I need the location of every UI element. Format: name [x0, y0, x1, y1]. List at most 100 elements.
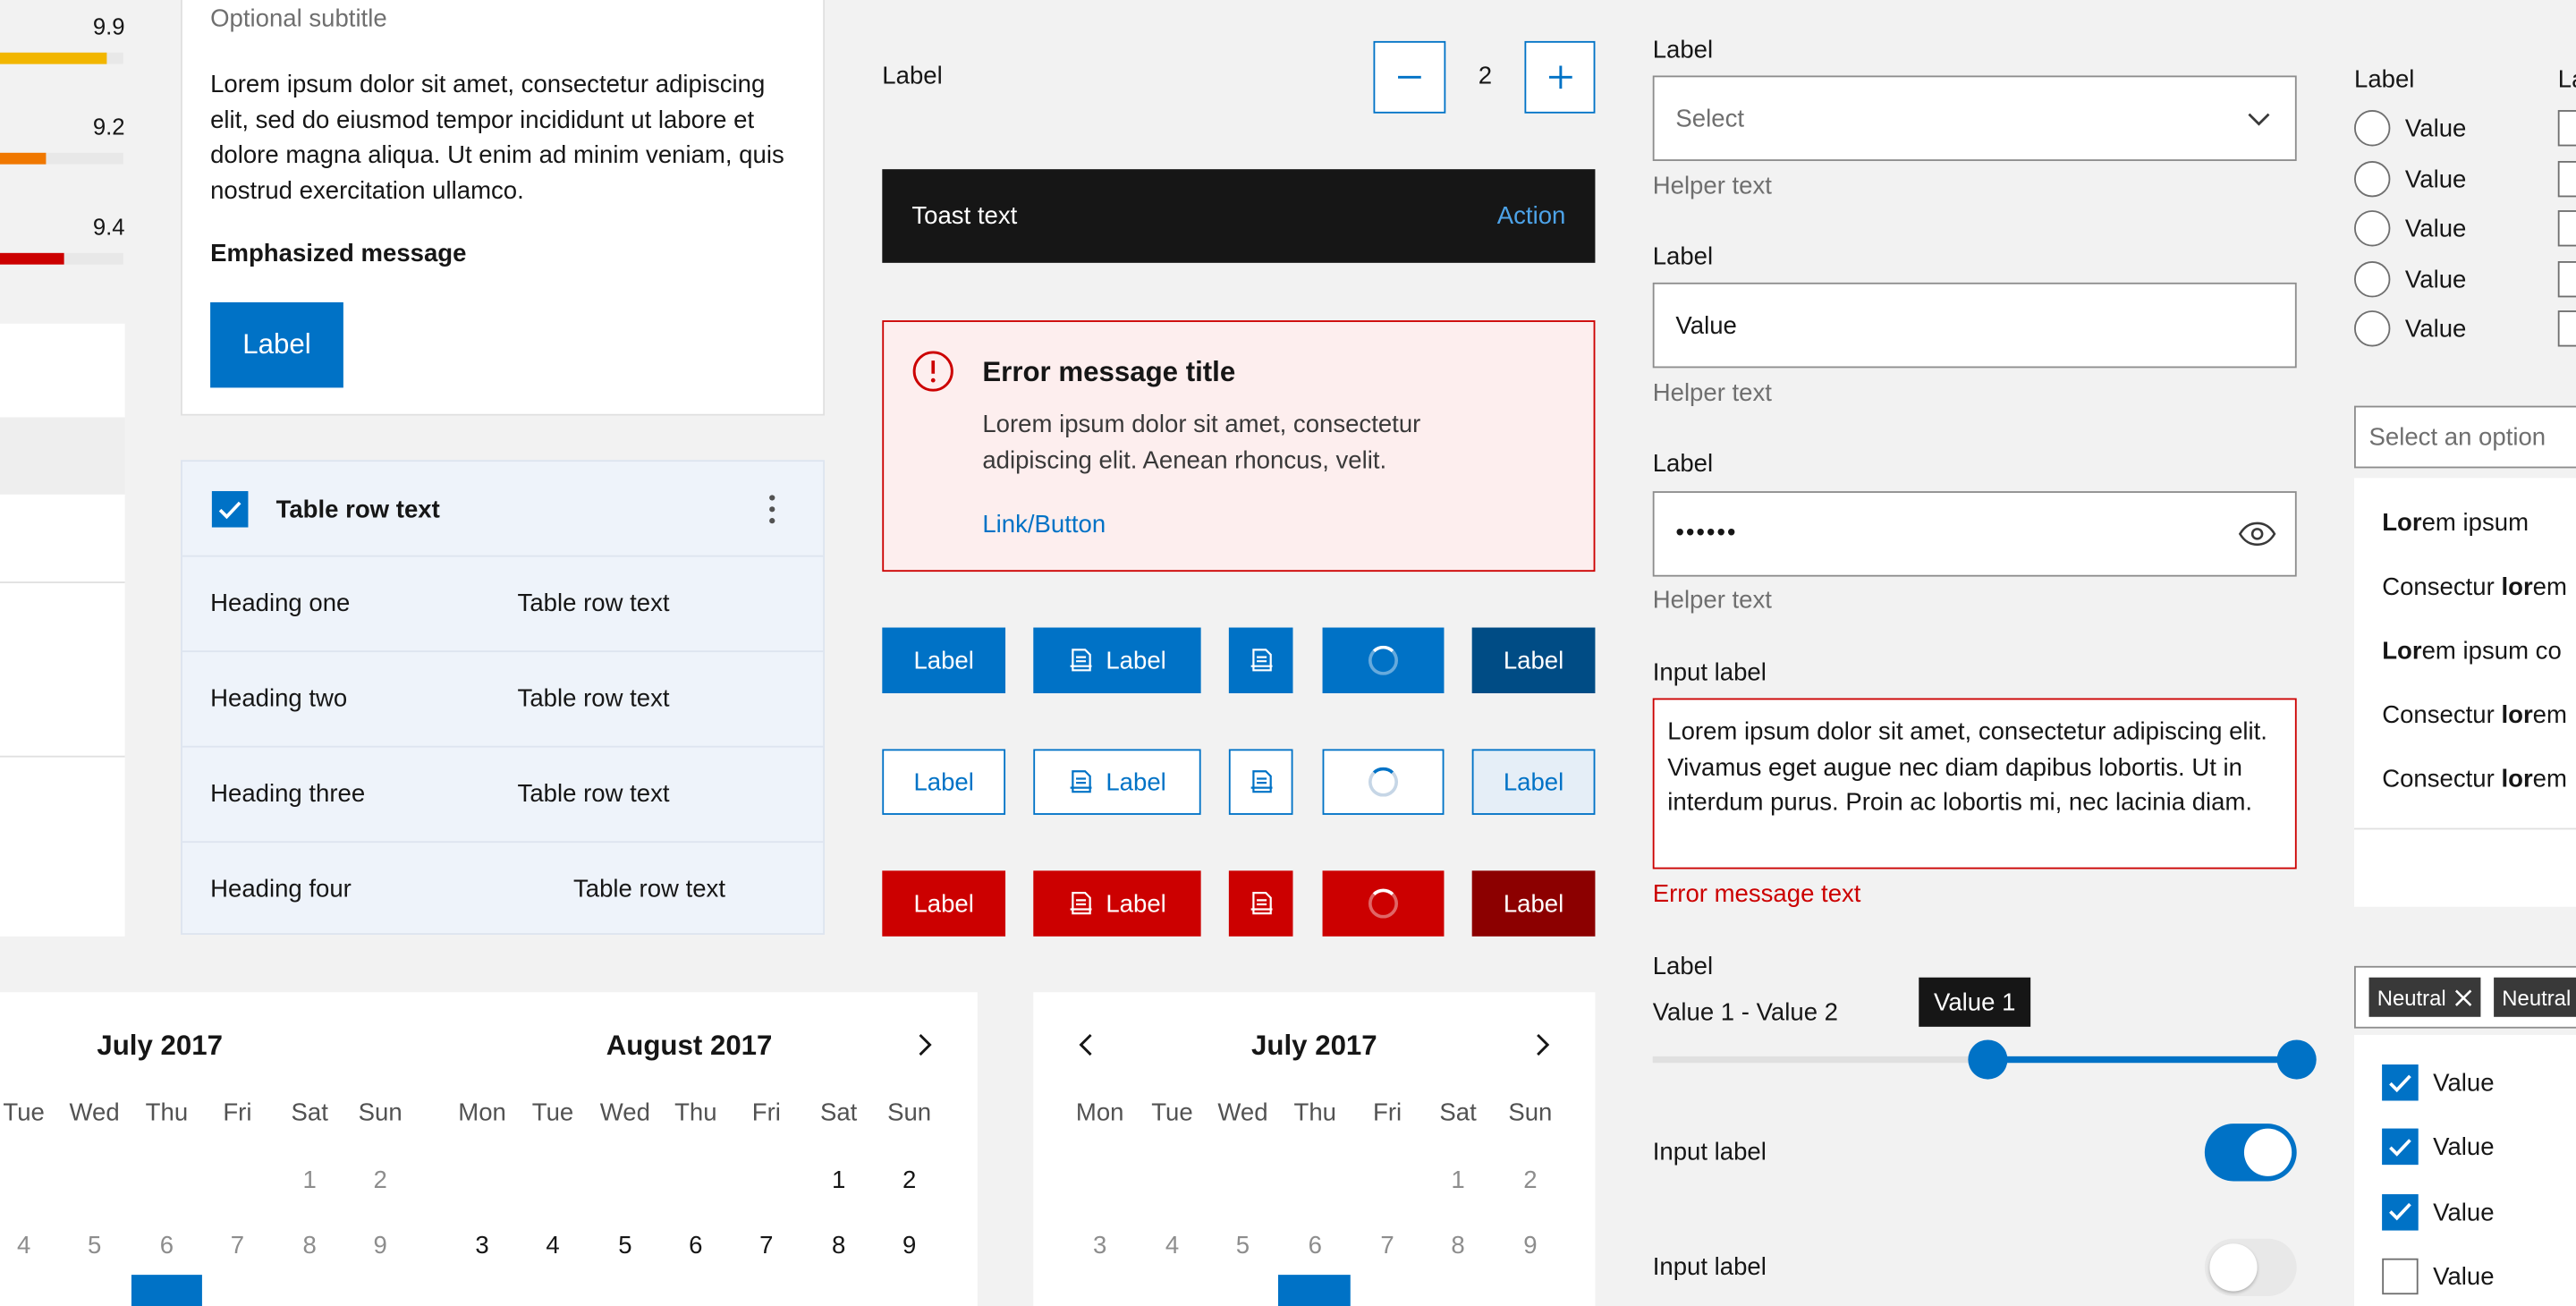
danger-icon-button[interactable]: Label — [1033, 870, 1201, 937]
combobox-input[interactable]: Select an option — [2353, 405, 2576, 469]
combobox-listbox: Lorem ipsum Consectur lorem Lorem ipsum co… — [2353, 478, 2576, 907]
danger-icon-only-button[interactable] — [1228, 870, 1293, 937]
chevron-right-icon[interactable] — [915, 1031, 935, 1057]
secondary-button[interactable]: Label — [882, 749, 1006, 815]
calendar-day[interactable]: 8 — [803, 1232, 874, 1259]
error-notification: Error message title Lorem ipsum dolor si… — [882, 320, 1596, 572]
toast-action[interactable]: Action — [1497, 202, 1566, 230]
combobox-option[interactable]: Consectur lorem — [2382, 766, 2567, 793]
tag-input[interactable]: Neutral Neutral — [2353, 965, 2576, 1029]
calendar-day[interactable]: 2 — [345, 1166, 416, 1194]
overflow-menu-icon[interactable] — [766, 491, 779, 527]
error-link[interactable]: Link/Button — [982, 511, 1106, 539]
radio-button[interactable] — [2353, 160, 2391, 197]
row-heading: Heading three — [210, 780, 366, 809]
table-row[interactable]: Heading three Table row text — [182, 745, 824, 842]
combobox-option[interactable]: Consectur lorem — [2382, 573, 2567, 601]
toggle-off[interactable] — [2204, 1238, 2297, 1296]
row-checkbox[interactable] — [211, 491, 249, 528]
selected-day[interactable] — [131, 1275, 202, 1306]
radio-button[interactable] — [2353, 310, 2391, 348]
tag[interactable]: Neutral — [2494, 977, 2576, 1017]
stepper-increment-button[interactable] — [1524, 40, 1596, 114]
checkbox[interactable] — [2557, 110, 2576, 147]
checkbox[interactable] — [2382, 1193, 2419, 1230]
stepper-decrement-button[interactable] — [1373, 40, 1446, 114]
calendar-day[interactable]: 4 — [0, 1232, 59, 1259]
list-item-selected[interactable] — [0, 417, 125, 495]
radio-button[interactable] — [2353, 260, 2391, 298]
table-header-text: Table row text — [275, 496, 440, 524]
calendar-day[interactable]: 7 — [202, 1232, 273, 1259]
textarea[interactable]: Lorem ipsum dolor sit amet, consectetur … — [1652, 698, 2297, 869]
select-dropdown[interactable]: Select — [1652, 75, 2297, 161]
primary-icon-button[interactable]: Label — [1033, 627, 1201, 694]
danger-pressed-button[interactable]: Label — [1471, 870, 1596, 937]
calendar-day[interactable]: 8 — [1423, 1232, 1494, 1259]
eye-icon[interactable] — [2238, 521, 2277, 547]
checkbox[interactable] — [2557, 310, 2576, 348]
card-subtitle: Optional subtitle — [210, 4, 387, 33]
calendar-day[interactable]: 4 — [1137, 1232, 1208, 1259]
calendar-day[interactable]: 1 — [275, 1166, 345, 1194]
close-icon[interactable] — [2454, 988, 2472, 1006]
calendar-day[interactable]: 5 — [1208, 1232, 1278, 1259]
calendar-month-title: July 2017 — [1251, 1030, 1377, 1062]
primary-loading-button[interactable] — [1322, 627, 1445, 694]
secondary-icon-only-button[interactable] — [1228, 749, 1293, 815]
table-row[interactable]: Heading one Table row text — [182, 555, 824, 651]
calendar-day[interactable]: 5 — [59, 1232, 130, 1259]
secondary-pressed-button[interactable]: Label — [1471, 749, 1596, 815]
toggle-on[interactable] — [2204, 1124, 2297, 1182]
table-row[interactable]: Heading two Table row text — [182, 650, 824, 746]
checkbox[interactable] — [2382, 1064, 2419, 1101]
calendar-day[interactable]: 7 — [1352, 1232, 1423, 1259]
calendar-day[interactable]: 9 — [1495, 1232, 1565, 1259]
toggle-knob — [2243, 1128, 2292, 1176]
radio-button[interactable] — [2353, 110, 2391, 147]
radio-button[interactable] — [2353, 210, 2391, 247]
selected-day[interactable] — [1277, 1275, 1351, 1306]
calendar-day[interactable]: 1 — [803, 1166, 874, 1194]
checkbox[interactable] — [2557, 260, 2576, 298]
calendar-day[interactable]: 2 — [1495, 1166, 1565, 1194]
calendar-day[interactable]: 5 — [589, 1232, 660, 1259]
calendar-day[interactable]: 6 — [131, 1232, 202, 1259]
calendar-day[interactable]: 8 — [275, 1232, 345, 1259]
calendar-day[interactable]: 9 — [345, 1232, 416, 1259]
primary-pressed-button[interactable]: Label — [1471, 627, 1596, 694]
calendar-day[interactable]: 6 — [1280, 1232, 1351, 1259]
data-table: Table row text Heading one Table row text… — [181, 460, 826, 937]
combobox-option[interactable]: Lorem ipsum co — [2382, 638, 2562, 666]
slider-handle-low[interactable] — [1968, 1039, 2008, 1080]
tag[interactable]: Neutral — [2368, 977, 2481, 1017]
combobox-option[interactable]: Consectur lorem — [2382, 701, 2567, 729]
combobox-option[interactable]: Lorem ipsum — [2382, 509, 2529, 537]
calendar-day[interactable]: 1 — [1423, 1166, 1494, 1194]
card-primary-button[interactable]: Label — [210, 301, 343, 388]
checkbox[interactable] — [2557, 160, 2576, 197]
secondary-icon-button[interactable]: Label — [1033, 749, 1201, 815]
calendar-day[interactable]: 6 — [660, 1232, 731, 1259]
password-input[interactable]: •••••• — [1652, 491, 2297, 577]
primary-button[interactable]: Label — [882, 627, 1006, 694]
calendar-day[interactable]: 9 — [874, 1232, 945, 1259]
row-heading: Heading one — [210, 589, 351, 618]
calendar-day[interactable]: 4 — [518, 1232, 589, 1259]
calendar-day[interactable]: 3 — [1064, 1232, 1135, 1259]
text-input[interactable]: Value — [1652, 282, 2297, 369]
checkbox[interactable] — [2382, 1258, 2419, 1294]
primary-icon-only-button[interactable] — [1228, 627, 1293, 694]
calendar-day[interactable]: 3 — [447, 1232, 518, 1259]
chevron-right-icon[interactable] — [1533, 1031, 1553, 1057]
table-row[interactable]: Heading four Table row text — [182, 841, 824, 937]
checkbox[interactable] — [2382, 1129, 2419, 1166]
danger-loading-button[interactable] — [1322, 870, 1445, 937]
secondary-loading-button[interactable] — [1322, 749, 1445, 815]
calendar-day[interactable]: 7 — [731, 1232, 801, 1259]
checkbox[interactable] — [2557, 210, 2576, 247]
danger-button[interactable]: Label — [882, 870, 1006, 937]
slider-track[interactable] — [1652, 1039, 2317, 1080]
slider-handle-high[interactable] — [2276, 1039, 2317, 1080]
calendar-day[interactable]: 2 — [874, 1166, 945, 1194]
